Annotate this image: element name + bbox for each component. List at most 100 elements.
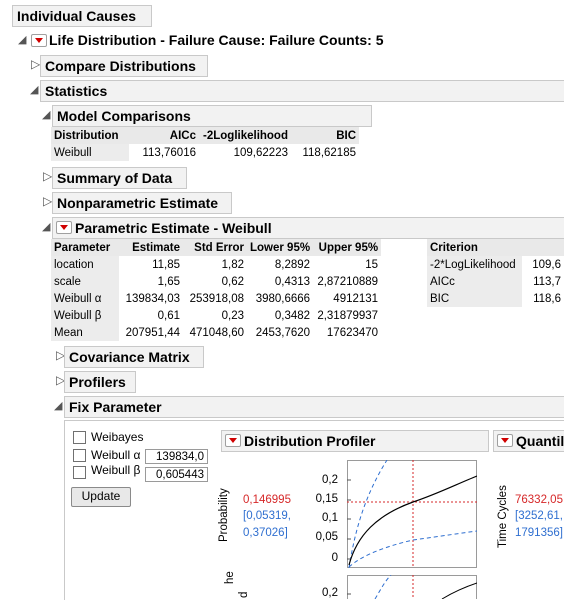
column-header: -2Loglikelihood [199,127,291,144]
column-header: BIC [291,127,359,144]
quantile-ci-high: 1791356] [515,527,563,539]
table-cell: 118,6 [533,292,561,305]
red-triangle-menu-icon[interactable] [31,34,47,47]
individual-causes-title: Individual Causes [17,8,137,24]
red-triangle-menu-icon[interactable] [497,434,513,447]
table-row: Weibull α 139834,03 253918,08 3980,6666 … [51,290,381,307]
profilers-header[interactable]: Profilers [64,371,136,393]
quantile-profiler-title: Quantil [516,433,564,449]
covariance-matrix-header[interactable]: Covariance Matrix [64,346,204,368]
column-header: Parameter [51,239,119,256]
fix-parameter-title: Fix Parameter [69,399,162,415]
second-profiler-plot[interactable] [347,575,477,599]
probability-axis-label-wrap: Probability [218,488,240,550]
y-tick-label: 0,15 [315,493,338,505]
y-tick-label: 0,1 [322,512,338,524]
update-button[interactable]: Update [71,487,131,507]
model-comparisons-header[interactable]: Model Comparisons [52,105,372,127]
table-cell: BIC [427,290,523,307]
quantile-ci-low: [3252,61, [515,510,563,522]
table-cell: 15 [365,258,379,271]
disclosure-closed-icon[interactable]: ▷ [43,169,52,183]
table-cell: Mean [51,324,119,341]
table-cell: 118,62185 [302,146,356,159]
table-cell: 109,62223 [233,146,288,159]
disclosure-open-icon[interactable]: ◢ [54,399,62,412]
table-cell: 8,2892 [274,258,311,271]
red-triangle-menu-icon[interactable] [225,434,241,447]
table-cell: location [51,256,119,273]
table-cell: 2,31879937 [317,309,379,322]
fix-parameter-header[interactable]: Fix Parameter [64,396,564,418]
parametric-estimate-header[interactable]: Parametric Estimate - Weibull [52,217,564,239]
life-distribution-header: Life Distribution - Failure Cause: Failu… [49,30,383,50]
table-cell: Weibull [51,144,129,161]
column-header: Upper 95% [313,239,382,256]
column-header: Estimate [119,239,183,256]
statistics-title: Statistics [45,83,108,99]
profiler-ci-high: 0,37026] [243,527,288,539]
summary-of-data-title: Summary of Data [57,170,173,186]
bottom-axis-label-fragment: he [224,571,236,584]
table-cell: 0,61 [157,309,180,322]
disclosure-closed-icon[interactable]: ▷ [31,57,40,71]
disclosure-closed-icon[interactable]: ▷ [43,194,52,208]
column-header: Distribution [51,127,129,144]
table-row: BIC 118,6 [427,290,564,307]
bottom-axis-label-fragment2: d [238,591,250,598]
y-tick-label: 0,2 [322,474,338,486]
table-cell: 109,6 [532,258,561,271]
table-cell: 139834,03 [125,292,180,305]
red-triangle-menu-icon[interactable] [56,221,72,234]
table-cell: 113,76016 [142,146,196,159]
table-row: Weibull β 0,61 0,23 0,3482 2,31879937 [51,307,381,324]
criterion-table: Criterion -2*LogLikelihood 109,6 AICc 11… [427,239,564,307]
individual-causes-header[interactable]: Individual Causes [12,5,152,27]
summary-of-data-header[interactable]: Summary of Data [52,167,187,189]
table-cell: Weibull β [51,307,119,324]
probability-axis-label: Probability [218,488,230,542]
table-cell: Weibull α [51,290,119,307]
y-tick-label: 0,05 [315,531,338,543]
distribution-profiler-title: Distribution Profiler [244,433,376,449]
distribution-profiler-plot[interactable] [347,460,477,568]
parametric-estimate-title: Parametric Estimate - Weibull [75,220,272,236]
disclosure-open-icon[interactable]: ◢ [42,108,50,121]
column-header: Criterion [427,239,523,256]
compare-distributions-header[interactable]: Compare Distributions [40,55,208,77]
column-header: Std Error [183,239,247,256]
weibayes-checkbox[interactable] [73,431,86,444]
weibull-alpha-label: Weibull α [91,448,141,462]
table-cell: 0,62 [221,275,244,288]
weibull-alpha-checkbox[interactable] [73,449,86,462]
table-row: AICc 113,7 [427,273,564,290]
disclosure-open-icon[interactable]: ◢ [18,33,26,46]
weibull-beta-label: Weibull β [91,463,141,477]
table-cell: AICc [427,273,523,290]
table-cell: 17623470 [326,326,379,339]
table-cell: scale [51,273,119,290]
table-cell: 113,7 [533,275,561,288]
weibull-beta-checkbox[interactable] [73,466,86,479]
table-cell: 3980,6666 [255,292,311,305]
profilers-title: Profilers [69,374,126,390]
table-cell: -2*LogLikelihood [427,256,523,273]
distribution-profiler-header[interactable]: Distribution Profiler [221,430,489,452]
table-row: Mean 207951,44 471048,60 2453,7620 17623… [51,324,381,341]
nonparametric-estimate-header[interactable]: Nonparametric Estimate [52,192,232,214]
disclosure-open-icon[interactable]: ◢ [30,83,38,96]
weibull-alpha-input[interactable]: 139834,0 [145,449,208,464]
table-cell: 207951,44 [125,326,180,339]
table-row: -2*LogLikelihood 109,6 [427,256,564,273]
disclosure-open-icon[interactable]: ◢ [42,220,50,233]
covariance-matrix-title: Covariance Matrix [69,349,190,365]
nonparametric-estimate-title: Nonparametric Estimate [57,195,219,211]
weibull-beta-input[interactable]: 0,605443 [145,467,208,482]
statistics-header[interactable]: Statistics [40,80,564,102]
table-cell: 2453,7620 [255,326,311,339]
model-comparisons-title: Model Comparisons [57,108,191,124]
column-header: AICc [129,127,199,144]
table-cell: 0,3482 [274,309,311,322]
table-cell: 1,65 [157,275,180,288]
column-header: Lower 95% [247,239,314,256]
